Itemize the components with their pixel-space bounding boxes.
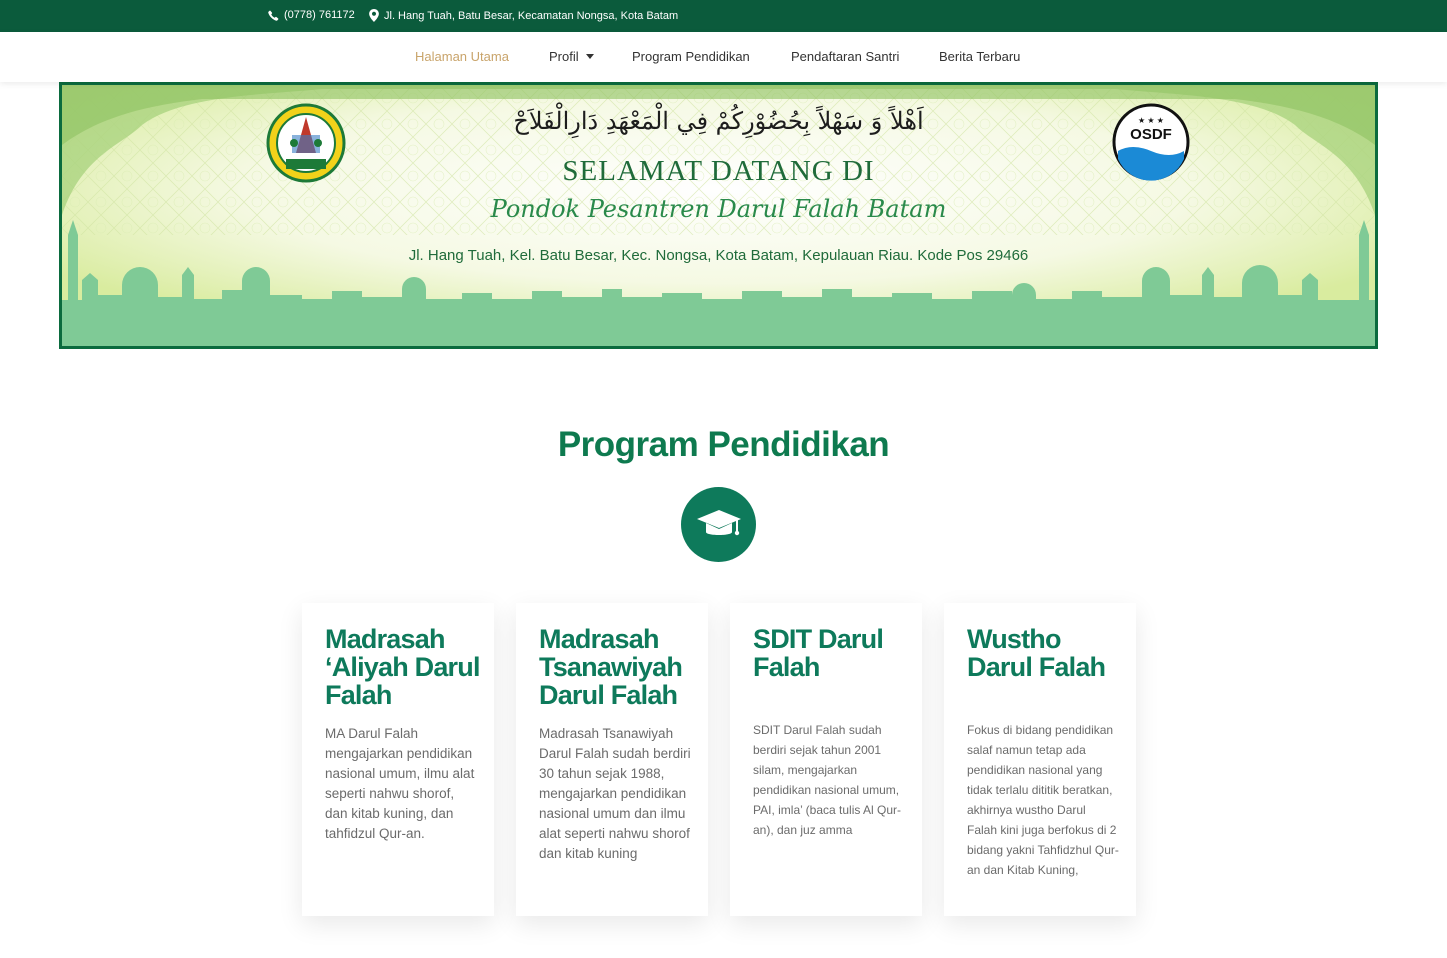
program-card-mts[interactable]: Madrasah Tsanawiyah Darul Falah Madrasah… [516, 603, 708, 916]
nav-item-berita-terbaru[interactable]: Berita Terbaru [939, 49, 1020, 64]
program-card-sdit[interactable]: SDIT Darul Falah SDIT Darul Falah sudah … [730, 603, 922, 916]
program-card-text: MA Darul Falah mengajarkan pendidikan na… [325, 726, 475, 841]
pesantren-name: Pondok Pesantren Darul Falah Batam [490, 195, 947, 223]
program-card-ma[interactable]: Madrasah ‘Aliyah Darul Falah MA Darul Fa… [302, 603, 494, 916]
main-navigation: Halaman Utama Profil Program Pendidikan … [0, 32, 1447, 82]
banner-address: Jl. Hang Tuah, Kel. Batu Besar, Kec. Non… [408, 247, 1029, 264]
welcome-heading: SELAMAT DATANG DI [562, 155, 875, 187]
nav-item-program-pendidikan[interactable]: Program Pendidikan [632, 49, 750, 64]
nav-item-profil[interactable]: Profil [549, 49, 594, 64]
phone-icon [268, 10, 279, 21]
top-contact-bar: (0778) 761172 Jl. Hang Tuah, Batu Besar,… [0, 0, 1447, 32]
program-card-title: Wustho Darul Falah [967, 624, 1106, 682]
phone-number: (0778) 761172 [284, 9, 355, 21]
graduation-cap-badge [681, 487, 756, 562]
program-card-text: Madrasah Tsanawiyah Darul Falah sudah be… [539, 726, 691, 861]
program-card-text: SDIT Darul Falah sudah berdiri sejak tah… [753, 723, 902, 837]
arabic-greeting: اَهْلاً وَ سَهْلاً بِحُضُوْرِكُمْ فِي ال… [513, 107, 924, 135]
caret-down-icon [585, 54, 594, 60]
section-title: Program Pendidikan [557, 425, 890, 464]
map-marker-icon [369, 9, 379, 22]
program-card-text: Fokus di bidang pendidikan salaf namun t… [967, 723, 1119, 877]
welcome-banner: OSDF ★ ★ ★ اَهْلاً وَ سَهْلاً بِحُضُوْرِ… [59, 82, 1378, 349]
address-contact[interactable]: Jl. Hang Tuah, Batu Besar, Kecamatan Non… [369, 9, 678, 22]
program-card-wustho[interactable]: Wustho Darul Falah Fokus di bidang pendi… [944, 603, 1136, 916]
program-card-title: Madrasah Tsanawiyah Darul Falah [539, 624, 683, 710]
address-text: Jl. Hang Tuah, Batu Besar, Kecamatan Non… [384, 9, 679, 22]
nav-item-pendaftaran-santri[interactable]: Pendaftaran Santri [791, 49, 899, 64]
nav-item-halaman-utama[interactable]: Halaman Utama [415, 49, 509, 64]
program-card-title: SDIT Darul Falah [753, 624, 884, 682]
program-card-title: Madrasah ‘Aliyah Darul Falah [325, 624, 480, 710]
graduation-cap-icon [696, 509, 741, 535]
nav-item-profil-label: Profil [549, 49, 579, 64]
phone-contact[interactable]: (0778) 761172 [268, 9, 355, 21]
